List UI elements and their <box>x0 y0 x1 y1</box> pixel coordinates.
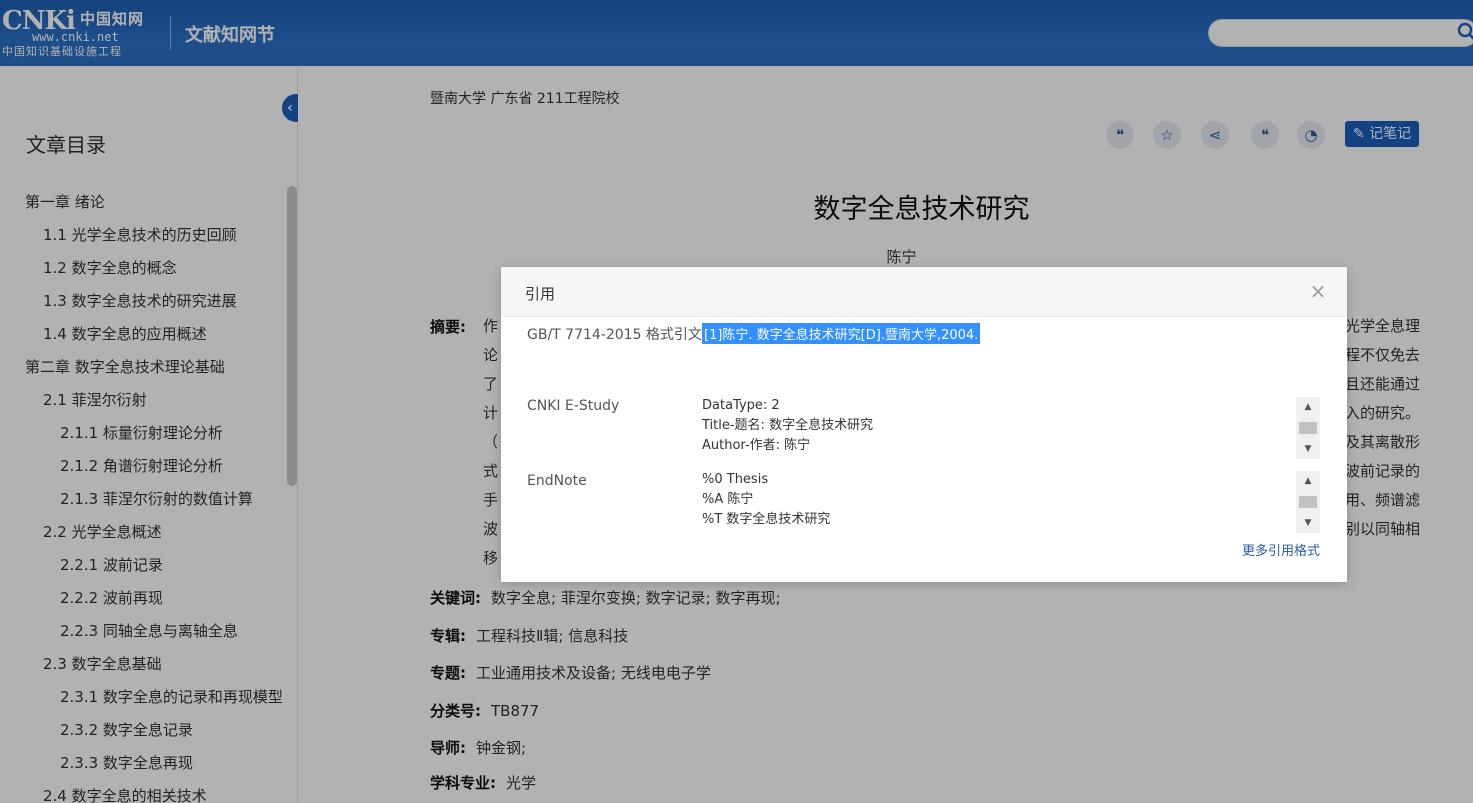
scroll-thumb[interactable] <box>1299 422 1317 434</box>
cite-dialog: 引用 × GB/T 7714-2015 格式引文 [1]陈宁. 数字全息技术研究… <box>501 267 1347 582</box>
dialog-header: 引用 × <box>501 267 1347 317</box>
estudy-scrollbar[interactable]: ▲ ▼ <box>1296 397 1320 459</box>
gbt-citation-text[interactable]: [1]陈宁. 数字全息技术研究[D].暨南大学,2004. <box>702 323 981 344</box>
gbt-label: GB/T 7714-2015 格式引文 <box>527 327 702 343</box>
scroll-up-icon[interactable]: ▲ <box>1296 399 1320 415</box>
dialog-title: 引用 <box>525 285 556 303</box>
scroll-down-icon[interactable]: ▼ <box>1296 515 1320 531</box>
estudy-label: CNKI E-Study <box>527 398 620 414</box>
endnote-label: EndNote <box>527 473 587 489</box>
close-icon[interactable]: × <box>1308 281 1328 301</box>
scroll-down-icon[interactable]: ▼ <box>1296 441 1320 457</box>
scroll-up-icon[interactable]: ▲ <box>1296 473 1320 489</box>
endnote-textarea[interactable]: %0 Thesis %A 陈宁 %T 数字全息技术研究 <box>702 470 1322 532</box>
endnote-scrollbar[interactable]: ▲ ▼ <box>1296 471 1320 533</box>
scroll-thumb[interactable] <box>1299 496 1317 508</box>
estudy-textarea[interactable]: DataType: 2 Title-题名: 数字全息技术研究 Author-作者… <box>702 396 1322 458</box>
more-citation-formats-link[interactable]: 更多引用格式 <box>1242 540 1320 559</box>
